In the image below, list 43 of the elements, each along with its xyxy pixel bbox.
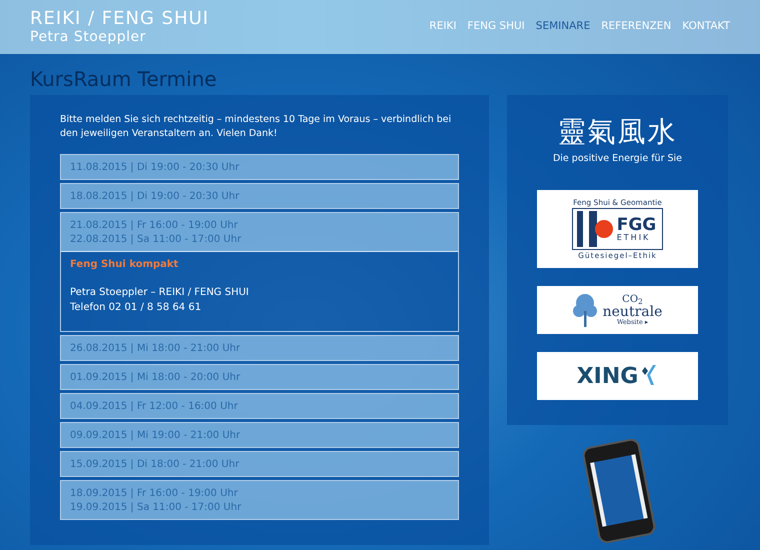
- nav-link[interactable]: FENG SHUI: [467, 19, 525, 35]
- bars-dot-icon: [576, 211, 613, 248]
- event-date: 09.09.2015 | Mi 19:00 - 21:00 Uhr: [70, 429, 242, 443]
- nav-link[interactable]: REIKI: [429, 19, 456, 35]
- event-header[interactable]: 09.09.2015 | Mi 19:00 - 21:00 Uhr: [61, 423, 458, 447]
- tree-icon: [572, 293, 597, 328]
- event-date: 22.08.2015 | Sa 11:00 - 17:00 Uhr: [70, 232, 242, 246]
- event-date: 04.09.2015 | Fr 12:00 - 16:00 Uhr: [70, 400, 239, 414]
- tagline: Die positive Energie für Sie: [552, 152, 684, 166]
- event-header[interactable]: 15.09.2015 | Di 18:00 - 21:00 Uhr: [61, 452, 458, 476]
- nav-link[interactable]: KONTAKT: [682, 19, 730, 35]
- event-header[interactable]: 18.09.2015 | Fr 16:00 - 19:00 Uhr 19.09.2015 | Sa 11:00 - 17:00 Uhr: [61, 481, 458, 519]
- event-date: 18.08.2015 | Di 19:00 - 20:30 Uhr: [70, 190, 240, 204]
- event-date: 01.09.2015 | Mi 18:00 - 20:00 Uhr: [70, 371, 242, 385]
- event-header[interactable]: 18.08.2015 | Di 19:00 - 20:30 Uhr: [61, 184, 458, 208]
- logo-name: FGG: [616, 216, 656, 234]
- xing-logo[interactable]: XING: [537, 352, 698, 400]
- logo-name: neutrale: [602, 304, 662, 319]
- page-title: KursRaum Termine: [29, 66, 218, 93]
- nav-link[interactable]: REFERENZEN: [601, 19, 672, 35]
- event-date: 18.09.2015 | Fr 16:00 - 19:00 Uhr: [70, 487, 239, 501]
- event-date: 15.09.2015 | Di 18:00 - 21:00 Uhr: [70, 458, 240, 472]
- event-detail-text: Petra Stoeppler – REIKI / FENG SHUI: [70, 286, 250, 300]
- event-header[interactable]: 11.08.2015 | Di 19:00 - 20:30 Uhr: [61, 154, 458, 178]
- logo-subname: ETHIK: [616, 234, 652, 242]
- event-header[interactable]: 04.09.2015 | Fr 12:00 - 16:00 Uhr: [61, 394, 458, 418]
- event-date: 21.08.2015 | Fr 16:00 - 19:00 Uhr: [70, 218, 239, 232]
- logo-name: XING: [576, 362, 638, 391]
- event-title: Feng Shui kompakt: [70, 258, 180, 272]
- event-date: 11.08.2015 | Di 19:00 - 20:30 Uhr: [70, 160, 240, 174]
- chinese-title: 靈氣風水: [556, 117, 678, 148]
- event-header[interactable]: 01.09.2015 | Mi 18:00 - 20:00 Uhr: [61, 365, 458, 389]
- intro-text: Bitte melden Sie sich rechtzeitig – mindestens 10 Tage im Voraus – verbindlich bei den jeweiligen Veranstaltern an. Vielen Dank!: [60, 113, 452, 142]
- logo-caption: CO$_{2}$: [622, 294, 643, 305]
- x-mark-icon: [640, 365, 658, 388]
- event-date: 26.08.2015 | Mi 18:00 - 21:00 Uhr: [70, 342, 242, 356]
- site-title[interactable]: REIKI / FENG SHUI: [30, 8, 210, 28]
- event-detail-text: Telefon 02 01 / 8 58 64 61: [70, 300, 202, 314]
- event-header[interactable]: 21.08.2015 | Fr 16:00 - 19:00 Uhr 22.08.2015 | Sa 11:00 - 17:00 Uhr: [61, 212, 458, 252]
- event-date: 19.09.2015 | Sa 11:00 - 17:00 Uhr: [70, 501, 242, 515]
- event-header[interactable]: 26.08.2015 | Mi 18:00 - 21:00 Uhr: [61, 336, 458, 360]
- nav-link[interactable]: SEMINARE: [536, 19, 590, 35]
- site-subtitle: Petra Stoeppler: [30, 28, 147, 46]
